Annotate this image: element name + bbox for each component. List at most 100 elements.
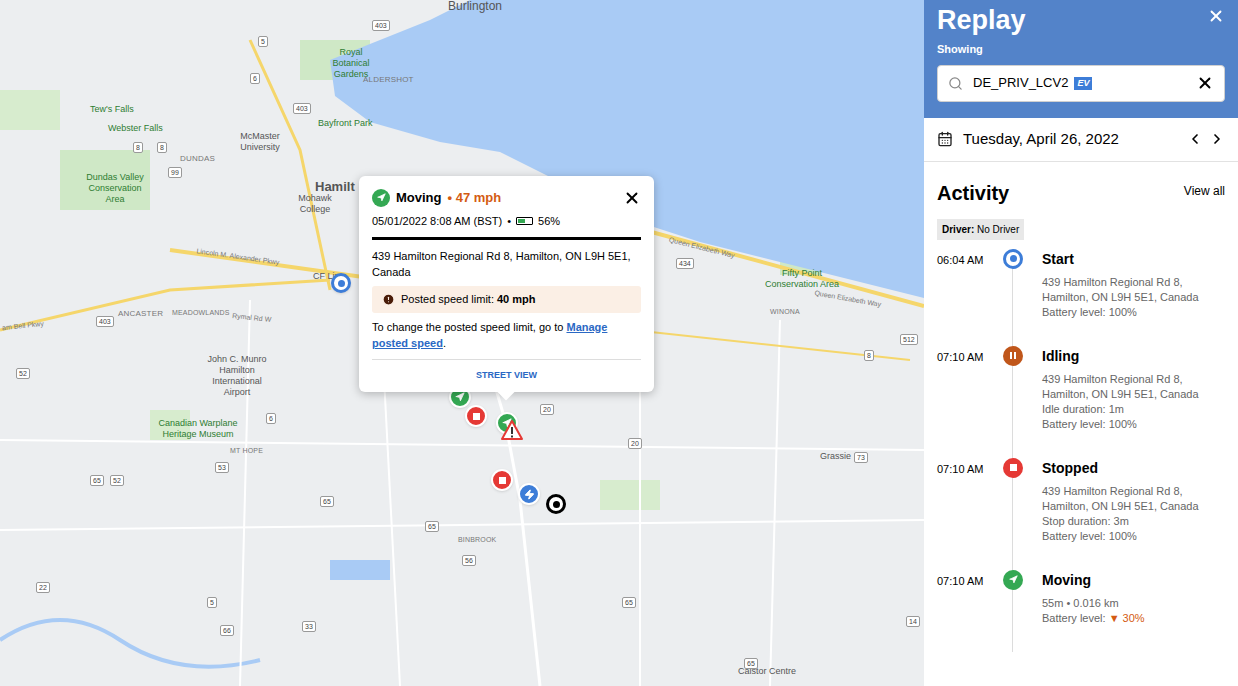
manage-posted-speed-link[interactable]: Manage posted speed bbox=[372, 321, 607, 349]
moving-icon bbox=[1003, 570, 1023, 590]
panel-title: Replay bbox=[937, 3, 1026, 37]
map-label: McMaster University bbox=[230, 131, 290, 153]
vehicle-search[interactable]: DE_PRIV_LCV2EV bbox=[937, 65, 1225, 102]
speed-limit-box: Posted speed limit:40 mph bbox=[372, 286, 641, 313]
activity-battery: Battery level: 100% bbox=[1042, 417, 1225, 432]
map-label: Rymal Rd W bbox=[232, 311, 272, 326]
popup-divider bbox=[372, 237, 641, 240]
next-day-button[interactable] bbox=[1209, 131, 1225, 147]
road-shield: 434 bbox=[676, 258, 694, 269]
road-shield: 403 bbox=[293, 103, 311, 114]
road-shield: 56 bbox=[462, 555, 476, 566]
popup-close-button[interactable] bbox=[623, 189, 641, 207]
map[interactable]: BurlingtonRoyal Botanical GardensALDERSH… bbox=[0, 0, 924, 686]
map-label: BINBROOK bbox=[458, 535, 496, 546]
end-pin-icon[interactable] bbox=[546, 494, 566, 514]
driver-chip: Driver: No Driver bbox=[937, 219, 1024, 240]
activity-item[interactable]: 06:04 AMStart439 Hamilton Regional Rd 8,… bbox=[937, 249, 1225, 346]
activity-title: Start bbox=[1042, 249, 1225, 269]
map-label: Fifty Point Conservation Area bbox=[760, 268, 844, 290]
map-label: Lincoln M. Alexander Pkwy bbox=[196, 246, 280, 268]
map-label: Tew's Falls bbox=[90, 103, 134, 117]
road-shield: 73 bbox=[854, 452, 868, 463]
road-shield: 5 bbox=[207, 597, 217, 608]
activity-title: Activity bbox=[937, 178, 1009, 208]
speed-note: To change the posted speed limit, go to … bbox=[372, 319, 641, 360]
calendar-icon bbox=[937, 131, 953, 147]
road-shield: 66 bbox=[220, 625, 234, 636]
clear-search-button[interactable] bbox=[1196, 74, 1214, 92]
road-shield: 52 bbox=[110, 475, 124, 486]
map-label: Burlington bbox=[448, 0, 502, 15]
activity-detail: Idle duration: 1m bbox=[1042, 402, 1225, 417]
activity-battery: Battery level: 100% bbox=[1042, 529, 1225, 544]
activity-detail: 55m • 0.016 km bbox=[1042, 596, 1225, 611]
previous-day-button[interactable] bbox=[1187, 131, 1203, 147]
popup-speed: • 47 mph bbox=[448, 188, 502, 208]
activity-battery: Battery level: ▼ 30% bbox=[1042, 611, 1225, 626]
road-shield: 14 bbox=[906, 616, 920, 627]
activity-battery: Battery level: 100% bbox=[1042, 305, 1225, 320]
map-label: MEADOWLANDS bbox=[172, 308, 230, 319]
road-shield: 99 bbox=[168, 167, 182, 178]
road-shield: 53 bbox=[215, 462, 229, 473]
activity-list: 06:04 AMStart439 Hamilton Regional Rd 8,… bbox=[924, 249, 1238, 652]
map-label: Grassie bbox=[820, 450, 851, 464]
street-view-button[interactable]: STREET VIEW bbox=[372, 360, 641, 383]
search-icon bbox=[948, 76, 963, 91]
road-shield: 65 bbox=[90, 475, 104, 486]
road-shield: 6 bbox=[250, 73, 260, 84]
road-shield: 65 bbox=[320, 496, 334, 507]
date-label: Tuesday, April 26, 2022 bbox=[963, 128, 1119, 151]
activity-time: 07:10 AM bbox=[937, 458, 1003, 478]
map-label: Canadian Warplane Heritage Museum bbox=[158, 418, 238, 440]
activity-item[interactable]: 07:10 AM Stopped 439 Hamilton Regional Rd … bbox=[937, 458, 1225, 570]
road-shield: 65 bbox=[744, 658, 758, 669]
map-label: ALDERSHOT bbox=[363, 74, 414, 86]
replay-panel: Replay Showing DE_PRIV_LCV2EV Tuesday, Apri… bbox=[924, 0, 1238, 686]
replay-app: BurlingtonRoyal Botanical GardensALDERSH… bbox=[0, 0, 1238, 686]
map-label: am Bell Pkwy bbox=[2, 319, 45, 334]
map-label: ANCASTER bbox=[118, 308, 163, 320]
panel-close-button[interactable] bbox=[1207, 7, 1225, 25]
road-shield: 20 bbox=[628, 438, 642, 449]
map-label: Dundas Valley Conservation Area bbox=[80, 172, 150, 205]
showing-label: Showing bbox=[937, 41, 1225, 58]
charging-pin-icon[interactable] bbox=[518, 483, 540, 505]
popup-status: Moving bbox=[396, 188, 442, 208]
road-shield: 8 bbox=[133, 142, 143, 153]
road-shield: 8 bbox=[864, 350, 874, 361]
speed-limit-label: Posted speed limit: bbox=[401, 291, 494, 308]
ev-badge: EV bbox=[1074, 77, 1092, 90]
activity-item[interactable]: 07:10 AM Moving 55m • 0.016 kmBattery leve… bbox=[937, 570, 1225, 652]
start-pin-icon[interactable] bbox=[331, 273, 351, 293]
activity-time: 07:10 AM bbox=[937, 570, 1003, 590]
view-all-button[interactable]: View all bbox=[1184, 182, 1225, 200]
road-shield: 6 bbox=[266, 413, 276, 424]
road-shield: 512 bbox=[900, 334, 918, 345]
activity-item[interactable]: 07:10 AMIdling439 Hamilton Regional Rd 8… bbox=[937, 346, 1225, 458]
moving-status-icon bbox=[372, 189, 390, 207]
event-popup: Moving• 47 mph05/01/2022 8:08 AM (BST)•5… bbox=[359, 176, 654, 392]
map-label: John C. Munro Hamilton International Air… bbox=[200, 354, 274, 398]
popup-datetime: 05/01/2022 8:08 AM (BST) bbox=[372, 213, 502, 230]
popup-battery: 56% bbox=[538, 213, 560, 230]
activity-title: Stopped bbox=[1042, 458, 1225, 478]
activity-detail: 439 Hamilton Regional Rd 8, Hamilton, ON… bbox=[1042, 275, 1225, 305]
activity-detail: 439 Hamilton Regional Rd 8, Hamilton, ON… bbox=[1042, 372, 1225, 402]
map-label: DUNDAS bbox=[180, 153, 215, 165]
activity-detail: 439 Hamilton Regional Rd 8, Hamilton, ON… bbox=[1042, 484, 1225, 514]
battery-icon bbox=[516, 217, 533, 225]
stopped-pin-icon[interactable] bbox=[465, 405, 487, 427]
activity-title: Moving bbox=[1042, 570, 1225, 590]
warning-pin-icon[interactable] bbox=[500, 419, 524, 441]
date-row: Tuesday, April 26, 2022 bbox=[924, 118, 1238, 162]
road-shield: 403 bbox=[96, 316, 114, 327]
stopped-pin-icon[interactable] bbox=[491, 469, 513, 491]
road-shield: 52 bbox=[16, 368, 30, 379]
road-shield: 33 bbox=[302, 621, 316, 632]
map-label: Mohawk College bbox=[290, 193, 340, 215]
popup-address: 439 Hamilton Regional Rd 8, Hamilton, ON… bbox=[372, 248, 641, 280]
stopped-icon bbox=[1003, 458, 1023, 478]
activity-title: Idling bbox=[1042, 346, 1225, 366]
